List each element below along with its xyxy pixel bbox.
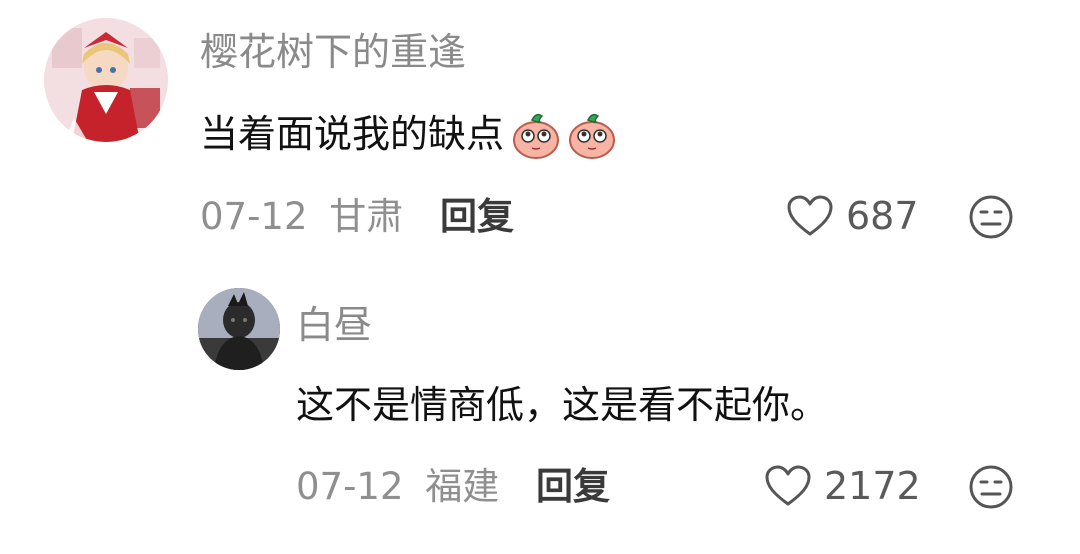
comment-text: 这不是情商低，这是看不起你。 — [296, 386, 828, 424]
dislike-button[interactable] — [968, 464, 1014, 514]
meh-face-icon — [969, 195, 1013, 239]
comment-meta: 07-12 甘肃 — [200, 198, 403, 235]
heart-icon — [787, 195, 833, 236]
like-count: 2172 — [824, 464, 921, 508]
dislike-button[interactable] — [968, 194, 1014, 244]
avatar[interactable] — [198, 288, 280, 370]
comment-item: 樱花树下的重逢 当着面说我的缺点 07-12 甘肃 回复 687 — [0, 0, 1080, 260]
reply-comment-item: 白昼 这不是情商低，这是看不起你。 07-12 福建 回复 2172 — [0, 270, 1080, 554]
comment-text-body: 当着面说我的缺点 — [200, 112, 505, 156]
comment-location: 福建 — [425, 465, 500, 508]
peach-face-emoji-icon — [569, 113, 616, 159]
like-button[interactable]: 2172 — [764, 464, 921, 508]
comment-username[interactable]: 白昼 — [296, 306, 372, 344]
avatar[interactable] — [44, 18, 168, 142]
comment-text: 当着面说我的缺点 — [200, 108, 618, 160]
meh-face-icon — [969, 465, 1013, 509]
comment-text-body: 这不是情商低，这是看不起你。 — [296, 383, 829, 427]
peach-face-emoji-icon — [513, 113, 560, 159]
like-button[interactable]: 687 — [786, 194, 919, 238]
dark-figure-avatar-icon — [198, 288, 280, 370]
comment-meta: 07-12 福建 — [296, 468, 499, 505]
comment-date: 07-12 — [200, 195, 308, 238]
comment-date: 07-12 — [296, 465, 404, 508]
reply-button[interactable]: 回复 — [536, 468, 610, 505]
reply-button[interactable]: 回复 — [440, 198, 514, 235]
anime-avatar-icon — [44, 18, 168, 142]
comment-username[interactable]: 樱花树下的重逢 — [200, 33, 466, 71]
comment-location: 甘肃 — [329, 195, 404, 238]
like-count: 687 — [846, 194, 919, 238]
heart-icon — [765, 465, 811, 506]
